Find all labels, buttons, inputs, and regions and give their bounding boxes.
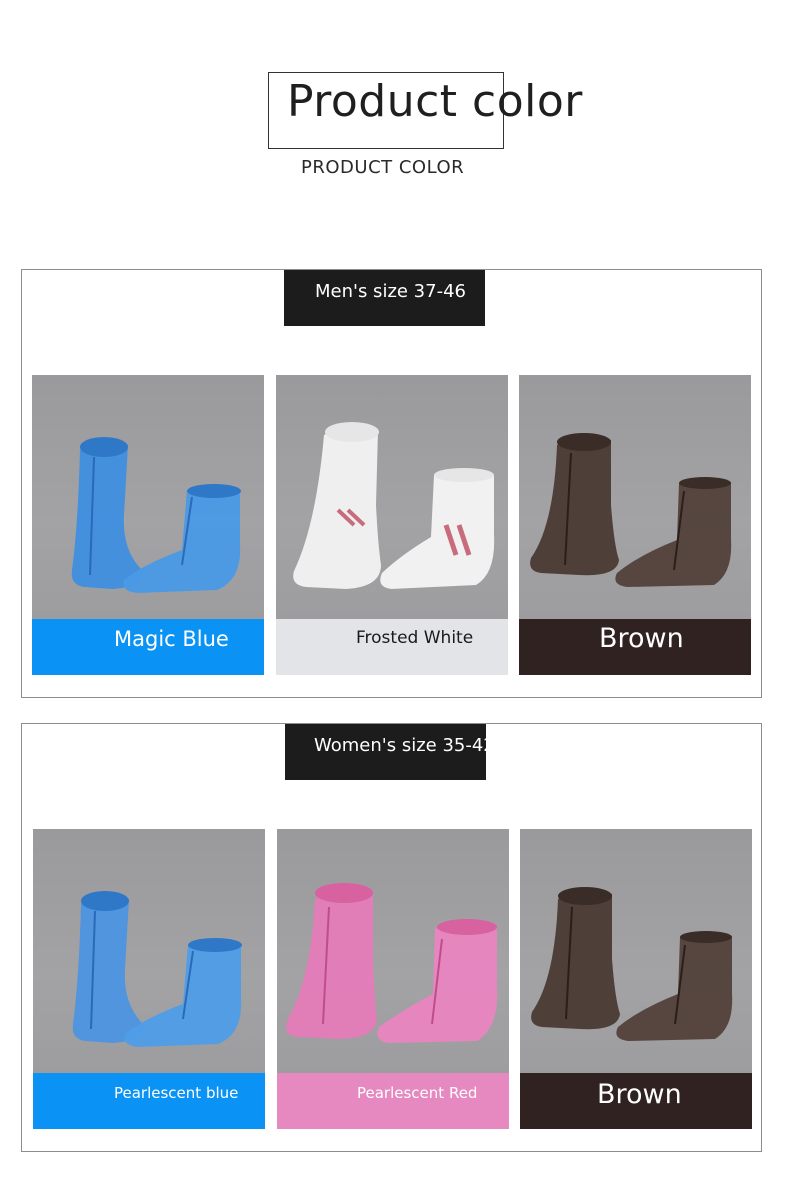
brown-boots-image [519,375,751,619]
page-subtitle: PRODUCT COLOR [301,157,465,178]
color-label: Magic Blue [114,627,229,651]
blue-boots-image [33,829,265,1073]
color-label-bar: Magic Blue [32,619,264,675]
color-option-magic-blue[interactable]: Magic Blue [32,375,264,675]
blue-boots-image [32,375,264,619]
color-label: Brown [599,623,684,654]
women-size-section: Women's size 35-42 Pearlescent blue Pear… [21,723,762,1152]
color-label: Brown [597,1079,682,1110]
color-option-brown[interactable]: Brown [520,829,752,1129]
page-title: Product color [287,76,583,127]
brown-boots-image [520,829,752,1073]
boots-illustration [72,891,242,1047]
white-boots-image [276,375,508,619]
color-option-pearlescent-red[interactable]: Pearlescent Red [277,829,509,1129]
boots-illustration [293,422,495,589]
color-label-bar: Pearlescent blue [33,1073,265,1129]
pink-boots-image [277,829,509,1073]
color-option-brown[interactable]: Brown [519,375,751,675]
boots-illustration [531,887,733,1041]
boots-illustration [530,433,732,587]
color-label-bar: Pearlescent Red [277,1073,509,1129]
color-label: Pearlescent blue [114,1084,239,1102]
color-label-bar: Frosted White [276,619,508,675]
women-size-badge: Women's size 35-42 [285,724,495,780]
boots-illustration [71,437,241,593]
color-label: Frosted White [356,628,474,648]
color-label-bar: Brown [520,1073,752,1129]
color-label: Pearlescent Red [357,1084,478,1102]
color-label-bar: Brown [519,619,751,675]
color-option-frosted-white[interactable]: Frosted White [276,375,508,675]
color-option-pearlescent-blue[interactable]: Pearlescent blue [33,829,265,1129]
men-size-badge: Men's size 37-46 [284,270,485,326]
boots-illustration [286,883,498,1043]
men-size-section: Men's size 37-46 Magic Blue Frosted Whit… [21,269,762,698]
